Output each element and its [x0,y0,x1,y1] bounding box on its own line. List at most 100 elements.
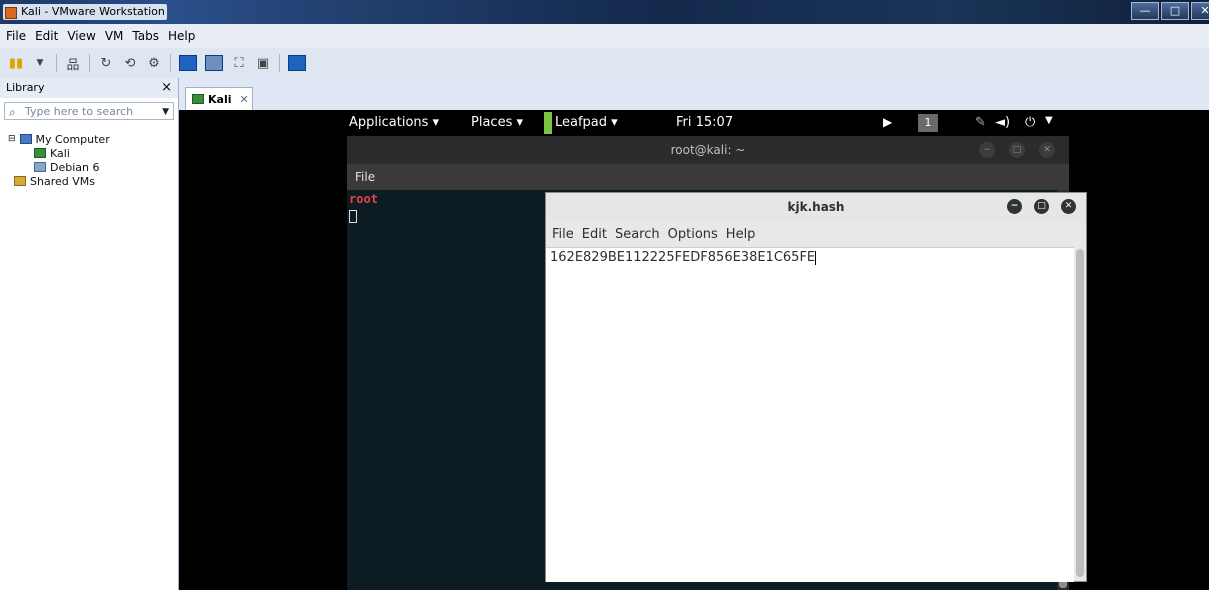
leafpad-window-controls: − □ ✕ [1007,199,1076,214]
leafpad-menu-search[interactable]: Search [615,227,660,242]
close-icon[interactable]: × [161,78,172,98]
console-view-icon[interactable] [288,55,306,71]
maximize-icon[interactable]: □ [1034,199,1049,214]
terminal-window: root@kali: ~ − □ ✕ File root kjk.hash − … [347,136,1087,590]
toolbar-separator [89,54,90,72]
leafpad-text-area[interactable]: 162E829BE112225FEDF856E38E1C65FE [546,247,1074,582]
minimize-icon[interactable]: − [1007,199,1022,214]
tree-item-my-computer[interactable]: ⊟ My Computer [8,132,110,146]
chevron-down-icon[interactable]: ▼ [162,103,169,121]
pen-icon[interactable]: ✎ [975,115,986,130]
tree-item-vm[interactable]: Kali [8,146,110,160]
leafpad-title: kjk.hash [787,200,845,214]
tree-item-label: My Computer [35,132,110,146]
library-tree: ⊟ My Computer Kali Debian 6 Shared VMs [8,132,110,188]
gnome-top-bar: Applications ▾ Places ▾ Leafpad ▾ Fri 15… [347,110,1069,136]
leafpad-title-bar[interactable]: kjk.hash − □ ✕ [546,193,1086,221]
minimize-icon[interactable]: — [1131,2,1159,20]
hash-text: 162E829BE112225FEDF856E38E1C65FE [550,250,816,265]
chevron-down-icon[interactable]: ▼ [1045,115,1053,126]
snapshot-icon[interactable]: ↻ [98,55,114,71]
leafpad-menu-file[interactable]: File [552,227,574,242]
menu-vm[interactable]: VM [105,29,124,43]
leafpad-menu-options[interactable]: Options [668,227,718,242]
power-dropdown-icon[interactable]: ▼ [32,55,48,71]
terminal-menu-file[interactable]: File [355,170,375,184]
leafpad-menu-bar: File Edit Search Options Help [546,221,1086,247]
library-pane: Library × ⌕ Type here to search ▼ ⊟ My C… [0,78,179,590]
applications-menu[interactable]: Applications ▾ [349,115,439,130]
window-title: Kali - VMware Workstation [3,4,167,20]
vmware-app-icon [5,7,17,19]
shared-vms-icon [14,176,26,186]
vm-icon [192,94,204,104]
text-caret [815,250,817,265]
library-header: Library × [0,78,178,98]
window-title-bar: Kali - VMware Workstation — □ ✕ [0,0,1209,24]
search-placeholder: Type here to search [25,105,134,118]
library-title: Library [6,81,45,94]
app-menu[interactable]: Leafpad ▾ [555,115,618,130]
network-icon[interactable]: 品 [65,55,81,73]
tree-item-label: Debian 6 [50,160,100,174]
leafpad-menu-edit[interactable]: Edit [582,227,607,242]
terminal-prompt: root [349,192,378,206]
collapse-icon[interactable]: ⊟ [8,134,16,144]
terminal-window-controls: − □ ✕ [979,142,1055,158]
power-icon[interactable]: ⏻ [1025,115,1035,130]
power-icon[interactable]: ▮▮ [8,55,24,71]
tree-item-vm[interactable]: Debian 6 [8,160,110,174]
toolbar-separator [170,54,171,72]
toolbar: ▮▮ ▼ 品 ↻ ⟲ ⚙ ⛶ ▣ [0,48,1209,78]
screen-recorder-icon[interactable]: ▶ [883,115,892,129]
tab-kali[interactable]: Kali ✕ [185,87,253,110]
library-search-input[interactable]: ⌕ Type here to search ▼ [4,102,174,120]
show-library-icon[interactable] [179,55,197,71]
vm-display[interactable]: Applications ▾ Places ▾ Leafpad ▾ Fri 15… [179,110,1209,590]
clock[interactable]: Fri 15:07 [676,115,733,130]
revert-snapshot-icon[interactable]: ⟲ [122,55,138,71]
close-icon[interactable]: ✕ [1191,2,1209,20]
terminal-title: root@kali: ~ [670,143,746,157]
tab-label: Kali [208,92,232,106]
minimize-icon[interactable]: − [979,142,995,158]
tree-item-label: Kali [50,146,70,160]
close-icon[interactable]: ✕ [1039,142,1055,158]
tree-item-label: Shared VMs [30,174,95,188]
maximize-icon[interactable]: □ [1009,142,1025,158]
leafpad-text-line: 162E829BE112225FEDF856E38E1C65FE [550,250,817,265]
menu-tabs[interactable]: Tabs [132,29,159,43]
menu-help[interactable]: Help [168,29,195,43]
tree-item-shared-vms[interactable]: Shared VMs [8,174,110,188]
close-icon[interactable]: ✕ [1061,199,1076,214]
terminal-cursor [349,210,357,223]
terminal-title-bar[interactable]: root@kali: ~ − □ ✕ [347,136,1069,164]
scrollbar-thumb[interactable] [1076,249,1084,577]
leafpad-task-indicator [544,112,552,134]
window-controls: — □ ✕ [1131,2,1209,20]
computer-icon [19,134,32,144]
unity-icon[interactable]: ▣ [255,55,271,71]
toolbar-separator [279,54,280,72]
volume-icon[interactable]: ◄) [995,115,1010,130]
terminal-menu-bar: File [347,164,1069,190]
vm-icon [34,162,46,172]
thumbnail-bar-icon[interactable] [205,55,223,71]
leafpad-scrollbar[interactable] [1074,247,1086,581]
menu-view[interactable]: View [67,29,95,43]
menu-file[interactable]: File [6,29,26,43]
leafpad-window: kjk.hash − □ ✕ File Edit Search Options … [545,192,1087,582]
search-icon: ⌕ [9,105,16,119]
vm-tab-strip: Kali ✕ [179,78,1209,110]
full-screen-icon[interactable]: ⛶ [231,55,247,71]
maximize-icon[interactable]: □ [1161,2,1189,20]
workspace-indicator[interactable]: 1 [918,114,938,132]
snapshot-manager-icon[interactable]: ⚙ [146,55,162,71]
menu-edit[interactable]: Edit [35,29,58,43]
vm-icon [34,148,46,158]
leafpad-menu-help[interactable]: Help [726,227,756,242]
close-tab-icon[interactable]: ✕ [240,93,249,106]
menu-bar: File Edit View VM Tabs Help [0,24,1209,48]
toolbar-separator [56,54,57,72]
places-menu[interactable]: Places ▾ [471,115,523,130]
